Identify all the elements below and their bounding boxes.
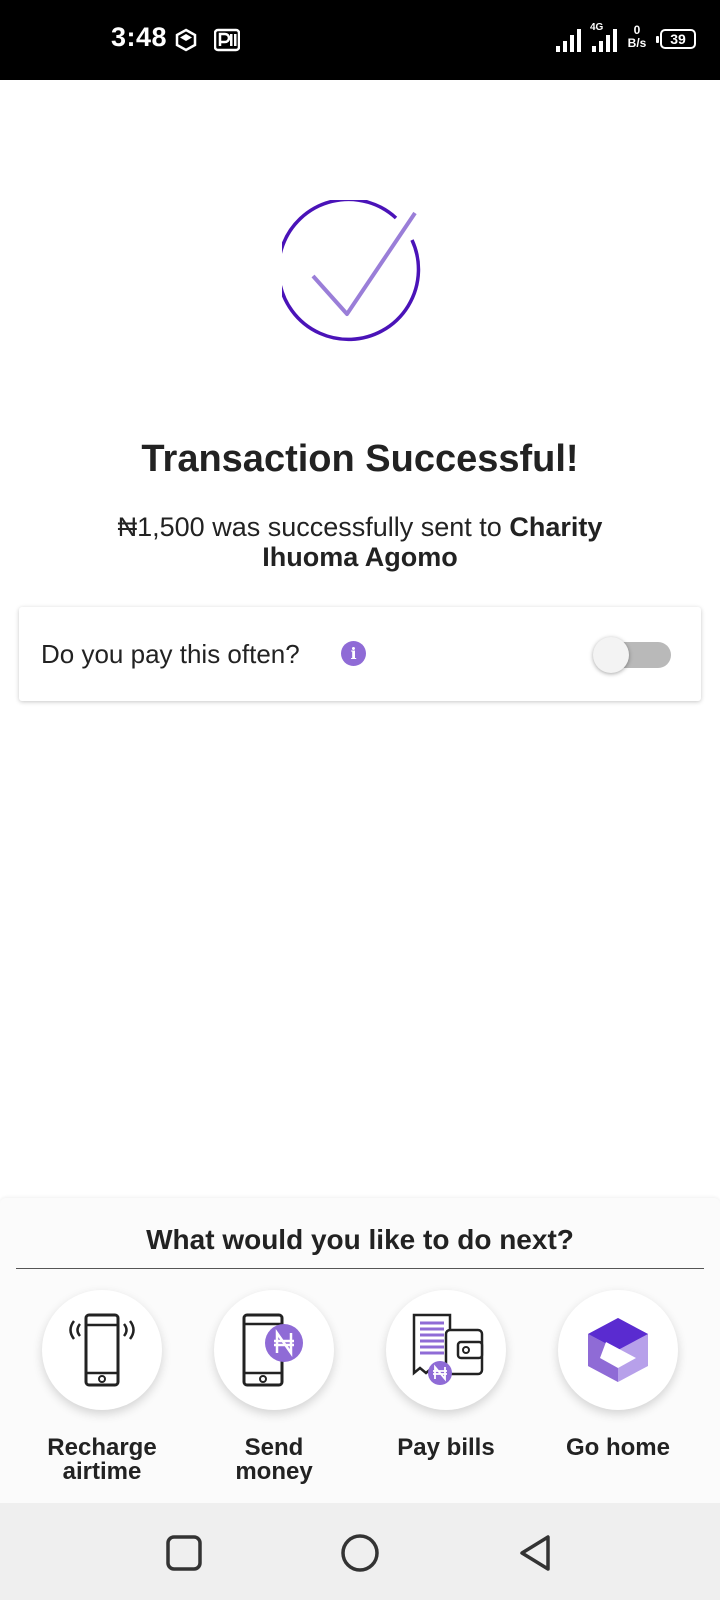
signal-strength-icon xyxy=(556,29,581,52)
bill-wallet-icon xyxy=(412,1313,484,1385)
action-label: Pay bills xyxy=(397,1434,495,1461)
next-actions-panel: What would you like to do next? Recharge… xyxy=(0,1198,720,1503)
action-label: Go home xyxy=(565,1434,670,1461)
status-time: 3:48 xyxy=(111,22,168,52)
recharge-airtime-button[interactable]: Recharge airtime xyxy=(16,1290,188,1500)
home-circle-icon[interactable] xyxy=(338,1531,382,1575)
go-home-button[interactable]: Go home xyxy=(532,1290,704,1500)
action-label: Send money xyxy=(235,1434,313,1485)
data-speed: 0 B/s xyxy=(627,23,647,50)
signal-strength-2-icon xyxy=(592,29,617,52)
success-check-icon xyxy=(282,200,421,342)
pay-often-toggle[interactable] xyxy=(593,637,679,673)
amount-text: ₦1,500 was successfully sent to xyxy=(117,512,502,542)
phone-signal-icon xyxy=(69,1313,135,1387)
send-money-button[interactable]: Send money xyxy=(188,1290,360,1500)
divider xyxy=(16,1268,704,1269)
phone-naira-icon xyxy=(242,1313,303,1387)
parking-app-icon xyxy=(214,28,240,52)
toggle-knob xyxy=(593,637,629,673)
system-nav-bar xyxy=(0,1503,720,1600)
next-actions-title: What would you like to do next? xyxy=(146,1224,574,1255)
info-icon[interactable]: i xyxy=(341,641,366,666)
back-triangle-icon[interactable] xyxy=(514,1531,558,1575)
pay-bills-button[interactable]: Pay bills xyxy=(360,1290,532,1500)
battery-indicator: 39 xyxy=(656,29,696,49)
app-logo-icon xyxy=(588,1318,648,1382)
recent-apps-icon[interactable] xyxy=(162,1531,206,1575)
action-label: Recharge airtime xyxy=(47,1434,157,1485)
success-title: Transaction Successful! xyxy=(141,438,579,480)
pay-often-card: Do you pay this often? i xyxy=(19,607,701,701)
pay-often-label: Do you pay this often? xyxy=(41,639,300,669)
status-bar: 3:48 4G 0 B/s 39 xyxy=(0,0,720,80)
app-notification-icon xyxy=(175,28,197,52)
success-message: ₦1,500 was successfully sent to Charity … xyxy=(90,512,630,572)
